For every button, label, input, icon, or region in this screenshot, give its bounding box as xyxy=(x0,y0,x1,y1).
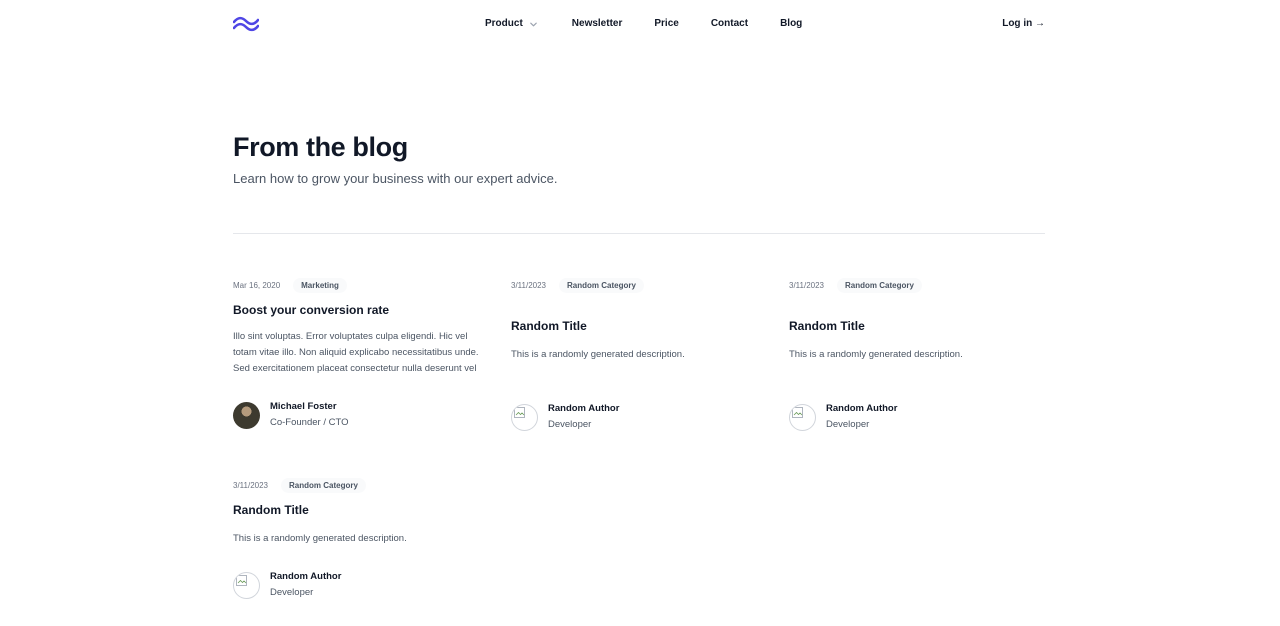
post-description: This is a randomly generated description… xyxy=(789,349,963,360)
post-author: Random Author Developer xyxy=(233,569,489,601)
section-divider xyxy=(233,233,1045,234)
blog-post-card: Mar 16, 2020 Marketing Boost your conver… xyxy=(233,277,489,431)
logo-icon[interactable] xyxy=(233,16,259,32)
broken-image-avatar-icon[interactable] xyxy=(789,403,816,431)
post-title[interactable]: Random Title xyxy=(511,319,767,333)
post-date: 3/11/2023 xyxy=(789,280,824,290)
author-role: Developer xyxy=(548,419,592,430)
post-title[interactable]: Boost your conversion rate xyxy=(233,303,489,317)
post-meta: 3/11/2023 Random Category xyxy=(511,277,767,293)
author-info: Random Author Developer xyxy=(548,401,619,433)
author-name[interactable]: Random Author xyxy=(826,401,897,417)
author-name[interactable]: Michael Foster xyxy=(270,399,349,415)
blog-post-card: 3/11/2023 Random Category Random Title T… xyxy=(233,477,489,601)
post-meta: 3/11/2023 Random Category xyxy=(233,477,489,493)
post-date: 3/11/2023 xyxy=(511,280,546,290)
author-role: Developer xyxy=(826,419,870,430)
category-badge[interactable]: Marketing xyxy=(293,277,347,293)
nav-item-label: Product xyxy=(485,18,523,29)
author-name[interactable]: Random Author xyxy=(548,401,619,417)
author-info: Michael Foster Co-Founder / CTO xyxy=(270,399,349,431)
post-author: Random Author Developer xyxy=(511,401,767,433)
post-title[interactable]: Random Title xyxy=(233,503,489,517)
login-link[interactable]: Log in → xyxy=(1002,17,1045,31)
nav-item-blog[interactable]: Blog xyxy=(780,17,802,31)
post-date: 3/11/2023 xyxy=(233,480,268,490)
post-description: Illo sint voluptas. Error voluptates cul… xyxy=(233,331,479,374)
post-meta: Mar 16, 2020 Marketing xyxy=(233,277,489,293)
avatar[interactable] xyxy=(233,401,260,429)
post-author: Random Author Developer xyxy=(789,401,1045,433)
page-title: From the blog xyxy=(233,132,408,162)
blog-post-card: 3/11/2023 Random Category Random Title T… xyxy=(511,277,767,433)
nav-item-newsletter[interactable]: Newsletter xyxy=(572,17,623,31)
nav-links: Product Newsletter Price Contact Blog xyxy=(485,17,802,31)
author-info: Random Author Developer xyxy=(826,401,897,433)
blog-post-card: 3/11/2023 Random Category Random Title T… xyxy=(789,277,1045,433)
chevron-down-icon xyxy=(529,22,537,26)
post-meta: 3/11/2023 Random Category xyxy=(789,277,1045,293)
post-author: Michael Foster Co-Founder / CTO xyxy=(233,399,489,431)
page-subtitle: Learn how to grow your business with our… xyxy=(233,171,558,186)
nav-item-price[interactable]: Price xyxy=(654,17,678,31)
category-badge[interactable]: Random Category xyxy=(281,477,366,493)
broken-image-avatar-icon[interactable] xyxy=(511,403,538,431)
author-role: Developer xyxy=(270,587,314,598)
author-info: Random Author Developer xyxy=(270,569,341,601)
post-title[interactable]: Random Title xyxy=(789,319,1045,333)
top-nav: Product Newsletter Price Contact Blog Lo… xyxy=(0,0,1280,48)
nav-item-product[interactable]: Product xyxy=(485,17,538,31)
nav-item-contact[interactable]: Contact xyxy=(711,17,748,31)
post-description: This is a randomly generated description… xyxy=(511,349,685,360)
post-date: Mar 16, 2020 xyxy=(233,280,281,290)
category-badge[interactable]: Random Category xyxy=(559,277,644,293)
post-description: This is a randomly generated description… xyxy=(233,533,407,544)
author-role: Co-Founder / CTO xyxy=(270,417,349,428)
broken-image-avatar-icon[interactable] xyxy=(233,571,260,599)
author-name[interactable]: Random Author xyxy=(270,569,341,585)
category-badge[interactable]: Random Category xyxy=(837,277,922,293)
